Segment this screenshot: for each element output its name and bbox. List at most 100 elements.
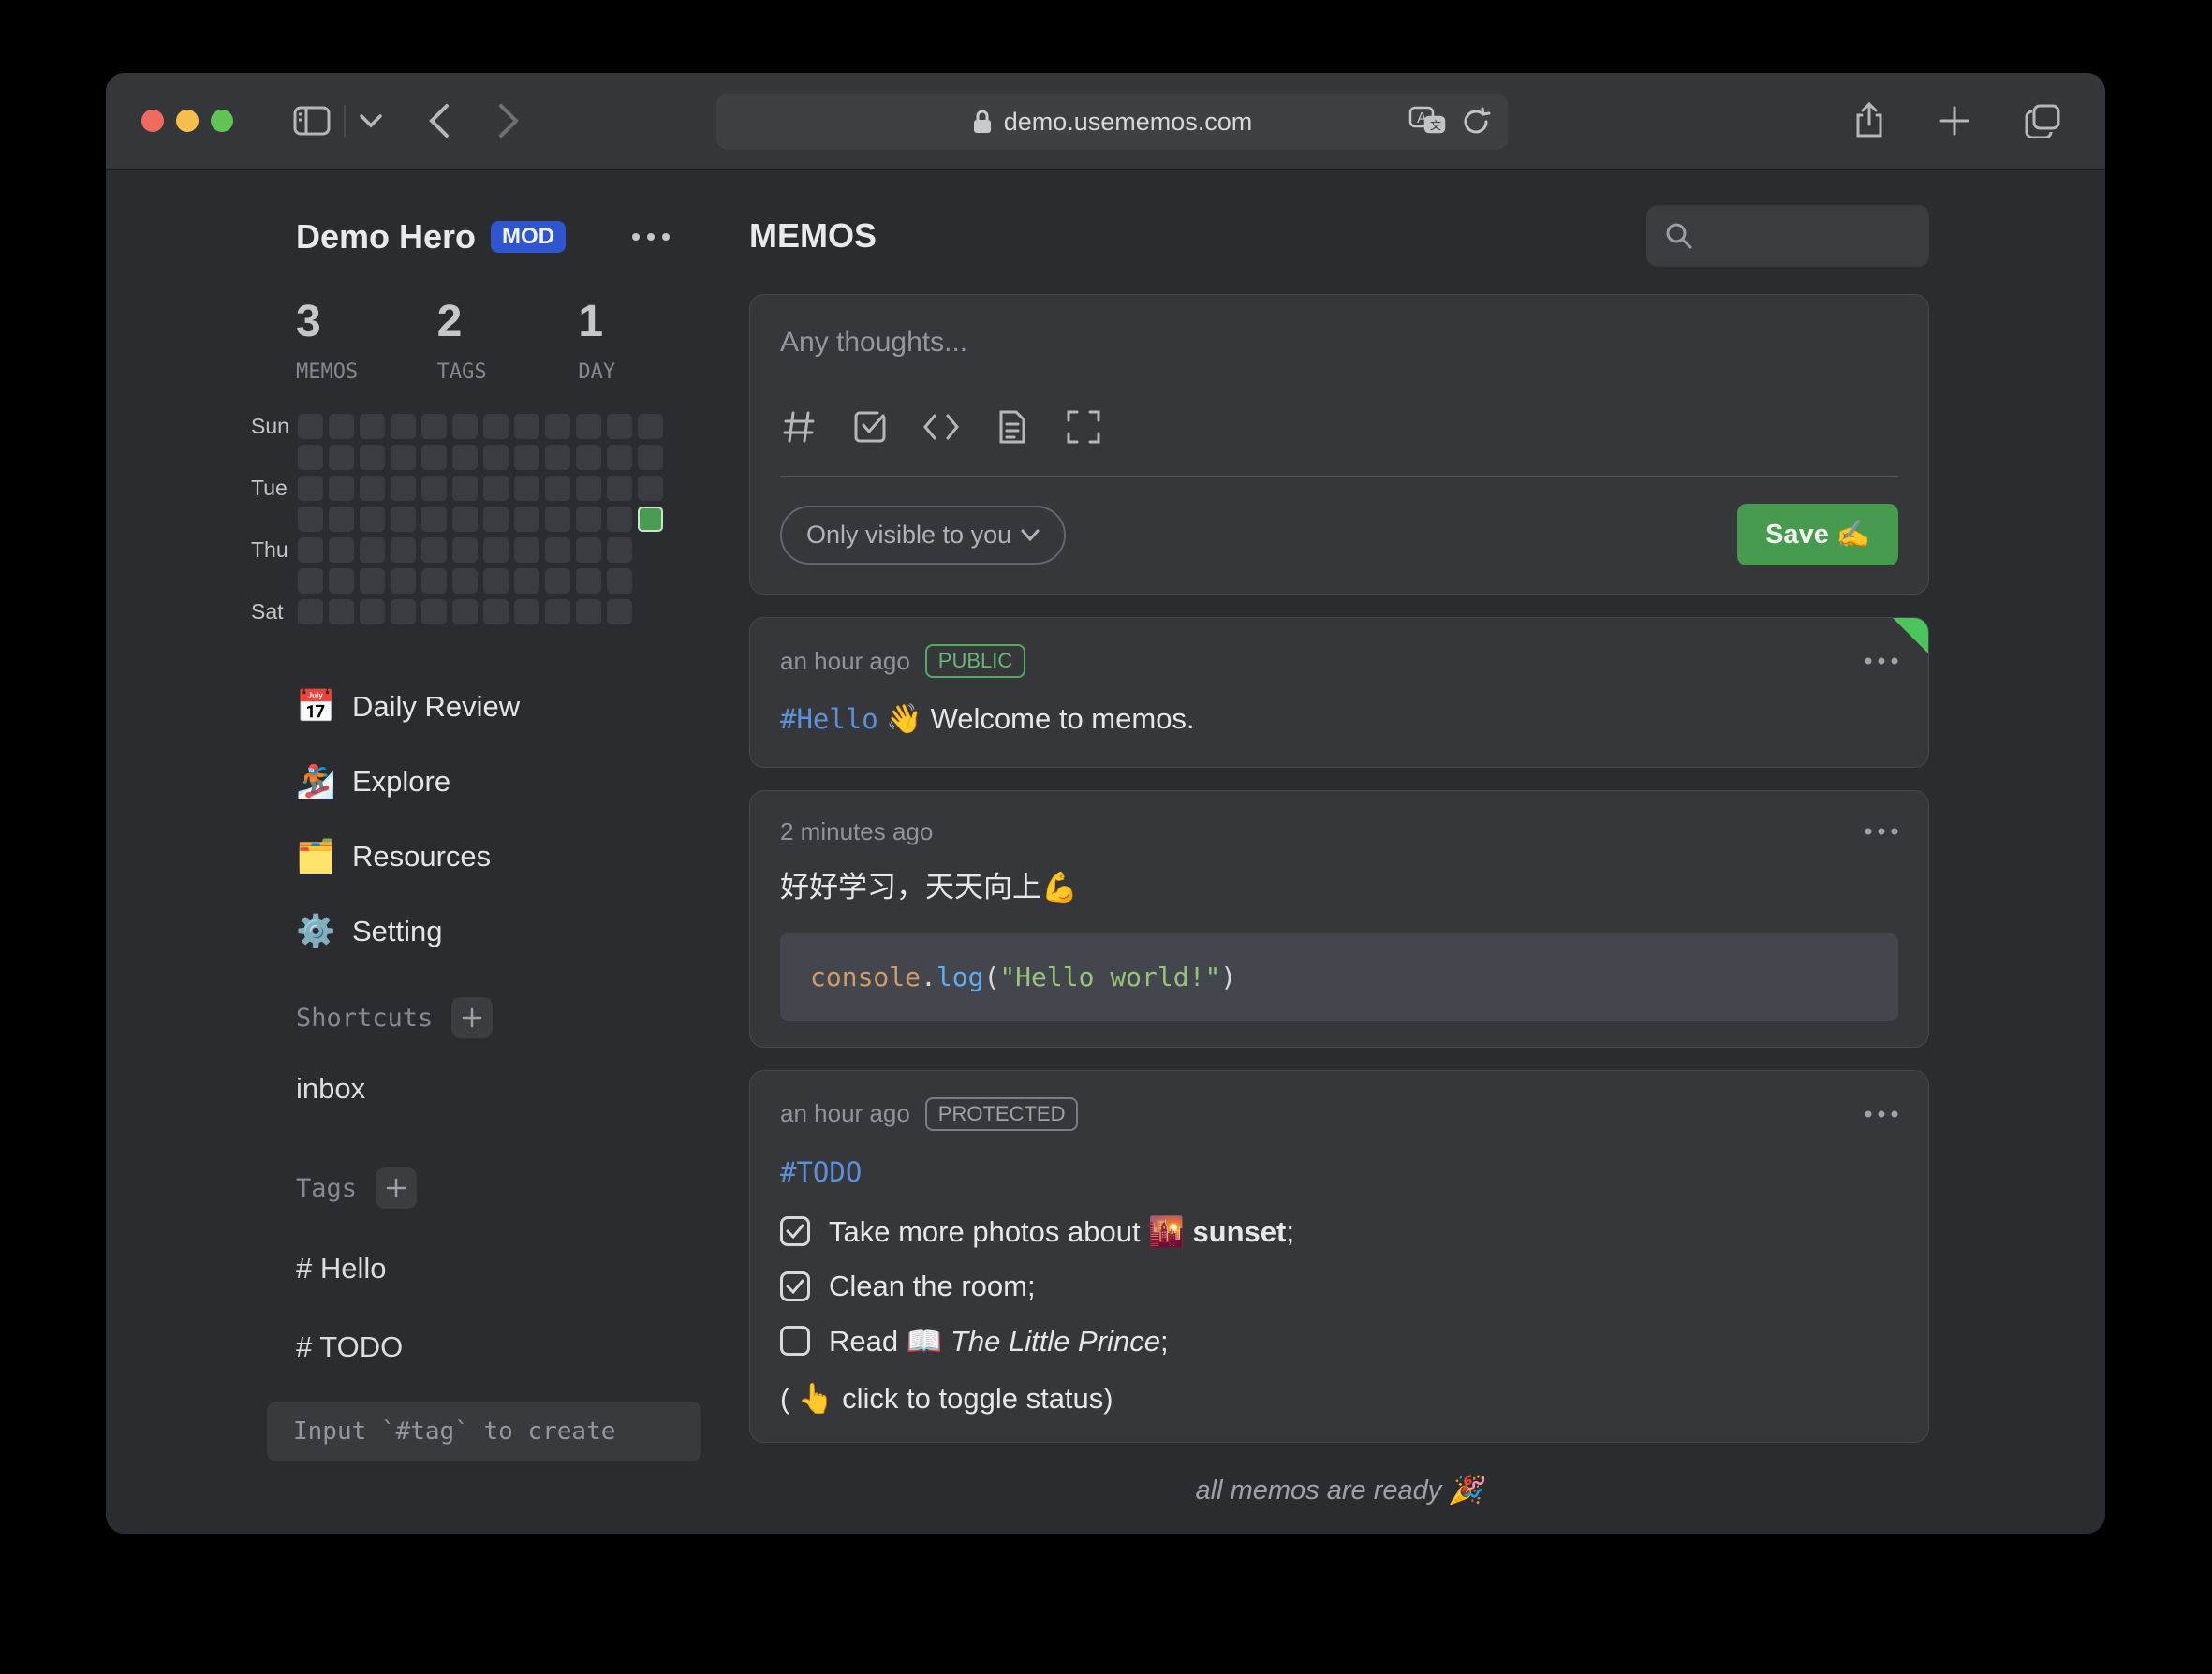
heatmap-cell[interactable] [329, 599, 354, 624]
heatmap-cell[interactable] [545, 568, 570, 594]
memo-editor-input[interactable] [780, 327, 1898, 372]
translate-icon[interactable]: A 文 [1408, 106, 1446, 138]
heatmap-cell[interactable] [483, 476, 509, 501]
heatmap-cell[interactable] [607, 507, 632, 532]
heatmap-cell[interactable] [514, 414, 539, 439]
user-menu-ellipsis-icon[interactable] [631, 232, 671, 242]
heatmap-cell[interactable] [360, 568, 385, 594]
heatmap-cell[interactable] [638, 414, 663, 439]
heatmap-cell[interactable] [391, 445, 416, 470]
heatmap-cell[interactable] [483, 445, 509, 470]
heatmap-cell[interactable] [421, 507, 447, 532]
heatmap-cell[interactable] [452, 537, 478, 563]
tab-overview-icon[interactable] [2025, 102, 2060, 140]
heatmap-cell[interactable] [421, 568, 447, 594]
checkbox-checked-icon[interactable] [780, 1271, 810, 1301]
heatmap-cell[interactable] [452, 507, 478, 532]
heatmap-cell[interactable] [607, 599, 632, 624]
reload-icon[interactable] [1461, 107, 1491, 137]
heatmap-cell[interactable] [483, 414, 509, 439]
heatmap-cell[interactable] [452, 445, 478, 470]
heatmap-cell[interactable] [607, 445, 632, 470]
heatmap-cell[interactable] [483, 568, 509, 594]
heatmap-cell[interactable] [360, 507, 385, 532]
heatmap-cell[interactable] [391, 537, 416, 563]
heatmap-cell[interactable] [483, 537, 509, 563]
heatmap-cell[interactable] [298, 568, 323, 594]
heatmap-cell[interactable] [421, 445, 447, 470]
heatmap-cell[interactable] [576, 568, 601, 594]
heatmap-cell[interactable] [452, 476, 478, 501]
checkbox-checked-icon[interactable] [780, 1216, 810, 1246]
share-icon[interactable] [1854, 102, 1884, 140]
heatmap-cell[interactable] [638, 445, 663, 470]
tag-create-input[interactable] [267, 1402, 701, 1461]
memo-menu-ellipsis-icon[interactable] [1865, 828, 1898, 835]
heatmap-cell[interactable] [607, 537, 632, 563]
heatmap-cell[interactable] [421, 476, 447, 501]
sidebar-toggle-icon[interactable] [293, 106, 331, 136]
heatmap-cell[interactable] [514, 599, 539, 624]
heatmap-cell[interactable] [576, 599, 601, 624]
heatmap-cell[interactable] [638, 599, 663, 624]
heatmap-cell[interactable] [514, 445, 539, 470]
memo-menu-ellipsis-icon[interactable] [1865, 657, 1898, 665]
add-tag-button[interactable] [376, 1167, 417, 1209]
save-button[interactable]: Save ✍️ [1737, 504, 1898, 565]
sidebar-item-resources[interactable]: 🗂️ Resources [296, 819, 719, 894]
document-icon[interactable] [994, 408, 1031, 446]
heatmap-cell[interactable] [576, 445, 601, 470]
sidebar-item-explore[interactable]: 🏂 Explore [296, 744, 719, 819]
heatmap-cell[interactable] [607, 568, 632, 594]
heatmap-cell[interactable] [452, 568, 478, 594]
new-tab-icon[interactable] [1939, 102, 1970, 140]
memo-tag-link[interactable]: #Hello [780, 703, 878, 735]
visibility-select[interactable]: Only visible to you [780, 506, 1066, 565]
heatmap-cell[interactable] [545, 599, 570, 624]
heatmap-cell[interactable] [360, 476, 385, 501]
heatmap-cell[interactable] [298, 476, 323, 501]
checkbox-icon[interactable] [851, 408, 889, 446]
heatmap-cell[interactable] [514, 537, 539, 563]
heatmap-cell[interactable] [360, 445, 385, 470]
heatmap-cell[interactable] [545, 414, 570, 439]
heatmap-cell[interactable] [607, 476, 632, 501]
heatmap-cell[interactable] [421, 537, 447, 563]
heatmap-cell[interactable] [514, 568, 539, 594]
heatmap-cell[interactable] [421, 599, 447, 624]
heatmap-cell[interactable] [329, 445, 354, 470]
heatmap-cell[interactable] [329, 537, 354, 563]
heatmap-cell[interactable] [483, 507, 509, 532]
heatmap-cell[interactable] [329, 476, 354, 501]
sidebar-item-setting[interactable]: ⚙️ Setting [296, 894, 719, 969]
fullscreen-icon[interactable] [1065, 408, 1102, 446]
heatmap-cell[interactable] [514, 476, 539, 501]
heatmap-cell[interactable] [329, 414, 354, 439]
heatmap-cell[interactable] [298, 599, 323, 624]
heatmap-cell[interactable] [483, 599, 509, 624]
heatmap-cell[interactable] [329, 507, 354, 532]
heatmap-cell[interactable] [514, 507, 539, 532]
heatmap-cell[interactable] [329, 568, 354, 594]
heatmap-cell[interactable] [607, 414, 632, 439]
user-name[interactable]: Demo Hero [296, 217, 476, 257]
tag-item-todo[interactable]: # TODO [296, 1327, 719, 1368]
heatmap-cell[interactable] [576, 414, 601, 439]
address-bar[interactable]: demo.usememos.com A 文 [716, 94, 1508, 150]
search-box[interactable] [1646, 205, 1929, 267]
sidebar-item-daily-review[interactable]: 📅 Daily Review [296, 669, 719, 744]
heatmap-cell[interactable] [545, 507, 570, 532]
hashtag-icon[interactable] [780, 408, 818, 446]
heatmap-cell[interactable] [298, 445, 323, 470]
heatmap-cell[interactable] [391, 599, 416, 624]
heatmap-cell[interactable] [452, 414, 478, 439]
chevron-down-icon[interactable] [359, 113, 383, 128]
heatmap-cell[interactable] [638, 568, 663, 594]
heatmap-cell[interactable] [391, 414, 416, 439]
zoom-window-button[interactable] [211, 110, 233, 132]
shortcut-item-inbox[interactable]: inbox [296, 1068, 719, 1109]
heatmap-cell[interactable] [545, 445, 570, 470]
memo-menu-ellipsis-icon[interactable] [1865, 1110, 1898, 1118]
heatmap-cell[interactable] [576, 476, 601, 501]
heatmap-cell[interactable] [576, 537, 601, 563]
